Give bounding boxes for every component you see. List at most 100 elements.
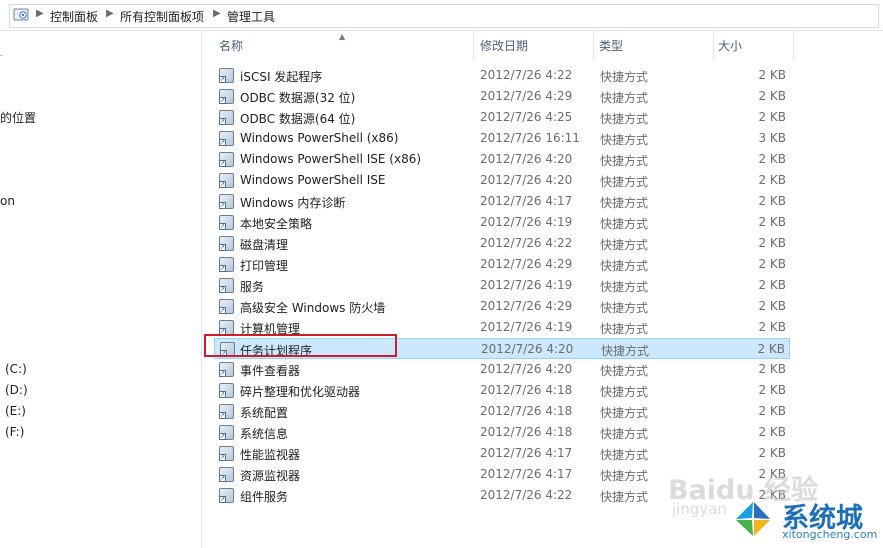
shortcut-arrow-icon: ↗ [220, 350, 227, 357]
file-row[interactable]: ↗ ODBC 数据源(64 位) 2012/7/26 4:25 快捷方式 2 KB [214, 107, 790, 128]
file-name: 事件查看器 [240, 364, 301, 378]
file-row[interactable]: ↗ 碎片整理和优化驱动器 2012/7/26 4:18 快捷方式 2 KB [214, 380, 790, 401]
file-size: 2 KB [758, 152, 786, 166]
shortcut-icon: ↗ [219, 215, 234, 230]
breadcrumb-separator: ▶ [36, 8, 44, 19]
file-type: 快捷方式 [600, 259, 649, 273]
file-row[interactable]: ↗ 服务 2012/7/26 4:19 快捷方式 2 KB [214, 275, 790, 296]
shortcut-icon: ↗ [219, 110, 234, 125]
file-row[interactable]: ↗ 打印管理 2012/7/26 4:29 快捷方式 2 KB [214, 254, 790, 275]
file-row[interactable]: ↗ iSCSI 发起程序 2012/7/26 4:22 快捷方式 2 KB [214, 65, 790, 86]
shortcut-icon: ↗ [219, 236, 234, 251]
file-row[interactable]: ↗ 任务计划程序 2012/7/26 4:20 快捷方式 2 KB [214, 338, 790, 359]
file-type: 快捷方式 [600, 469, 649, 483]
file-type: 快捷方式 [600, 196, 649, 210]
file-size: 2 KB [758, 110, 786, 124]
file-type: 快捷方式 [600, 406, 649, 420]
file-type: 快捷方式 [600, 427, 649, 441]
shortcut-icon: ↗ [219, 68, 234, 83]
shortcut-icon: ↗ [219, 362, 234, 377]
nav-item-locations[interactable]: 的位置 [0, 109, 36, 126]
nav-item-drive-e[interactable]: (E:) [5, 404, 26, 418]
file-type: 快捷方式 [600, 490, 649, 504]
file-date-modified: 2012/7/26 4:19 [480, 278, 573, 292]
column-header-type[interactable]: 类型 [599, 37, 623, 54]
file-row[interactable]: ↗ 性能监视器 2012/7/26 4:17 快捷方式 2 KB [214, 443, 790, 464]
file-name: 系统配置 [240, 406, 289, 420]
breadcrumb-item-admin-tools[interactable]: 管理工具 [227, 8, 275, 25]
column-header-date[interactable]: 修改日期 [480, 37, 528, 54]
shortcut-arrow-icon: ↗ [219, 412, 226, 419]
shortcut-icon: ↗ [219, 89, 234, 104]
file-size: 2 KB [758, 68, 786, 82]
file-row[interactable]: ↗ 计算机管理 2012/7/26 4:19 快捷方式 2 KB [214, 317, 790, 338]
shortcut-icon: ↗ [219, 320, 234, 335]
file-size: 2 KB [758, 320, 786, 334]
file-name: iSCSI 发起程序 [240, 70, 323, 84]
nav-item-drive-d[interactable]: (D:) [5, 383, 28, 397]
shortcut-arrow-icon: ↗ [219, 328, 226, 335]
file-type: 快捷方式 [600, 364, 649, 378]
file-date-modified: 2012/7/26 4:17 [480, 194, 573, 208]
file-type: 快捷方式 [600, 217, 649, 231]
file-size: 2 KB [758, 299, 786, 313]
shortcut-arrow-icon: ↗ [219, 496, 226, 503]
shortcut-arrow-icon: ↗ [219, 391, 226, 398]
file-row[interactable]: ↗ ODBC 数据源(32 位) 2012/7/26 4:29 快捷方式 2 KB [214, 86, 790, 107]
file-row[interactable]: ↗ 磁盘清理 2012/7/26 4:22 快捷方式 2 KB [214, 233, 790, 254]
shortcut-arrow-icon: ↗ [219, 118, 226, 125]
file-row[interactable]: ↗ 本地安全策略 2012/7/26 4:19 快捷方式 2 KB [214, 212, 790, 233]
file-date-modified: 2012/7/26 4:18 [480, 383, 573, 397]
file-date-modified: 2012/7/26 4:29 [480, 299, 573, 313]
shortcut-arrow-icon: ↗ [219, 265, 226, 272]
file-row[interactable]: ↗ 系统配置 2012/7/26 4:18 快捷方式 2 KB [214, 401, 790, 422]
file-size: 3 KB [758, 131, 786, 145]
file-date-modified: 2012/7/26 4:20 [480, 173, 573, 187]
file-type: 快捷方式 [600, 280, 649, 294]
nav-item-drive-f[interactable]: (F:) [5, 425, 24, 439]
file-row[interactable]: ↗ 高级安全 Windows 防火墙 2012/7/26 4:29 快捷方式 2 KB [214, 296, 790, 317]
file-date-modified: 2012/7/26 4:22 [480, 68, 573, 82]
column-separator[interactable] [473, 31, 474, 61]
file-name: 高级安全 Windows 防火墙 [240, 301, 386, 315]
shortcut-arrow-icon: ↗ [219, 286, 226, 293]
file-row[interactable]: ↗ 事件查看器 2012/7/26 4:20 快捷方式 2 KB [214, 359, 790, 380]
file-size: 2 KB [758, 362, 786, 376]
shortcut-icon: ↗ [219, 404, 234, 419]
file-row[interactable]: ↗ Windows PowerShell ISE 2012/7/26 4:20 快捷方… [214, 170, 790, 191]
nav-divider [0, 55, 3, 56]
breadcrumb-separator: ▶ [213, 8, 221, 19]
breadcrumb-item-control-panel[interactable]: 控制面板 [50, 8, 98, 25]
file-name: 服务 [240, 280, 265, 294]
file-date-modified: 2012/7/26 4:17 [480, 467, 573, 481]
column-separator[interactable] [793, 31, 794, 61]
breadcrumb-item-all-items[interactable]: 所有控制面板项 [120, 8, 204, 25]
file-size: 2 KB [758, 194, 786, 208]
column-header-size[interactable]: 大小 [718, 37, 742, 54]
shortcut-icon: ↗ [219, 173, 234, 188]
nav-item-drive-c[interactable]: (C:) [5, 362, 27, 376]
file-row[interactable]: ↗ Windows PowerShell ISE (x86) 2012/7/26 4… [214, 149, 790, 170]
file-date-modified: 2012/7/26 4:29 [480, 89, 573, 103]
file-name: 打印管理 [240, 259, 289, 273]
file-type: 快捷方式 [600, 385, 649, 399]
column-separator[interactable] [593, 31, 594, 61]
file-row[interactable]: ↗ Windows PowerShell (x86) 2012/7/26 16:11… [214, 128, 790, 149]
shortcut-icon: ↗ [219, 299, 234, 314]
shortcut-icon: ↗ [219, 425, 234, 440]
column-header-name[interactable]: 名称 [219, 37, 243, 54]
shortcut-icon: ↗ [219, 278, 234, 293]
file-type: 快捷方式 [600, 70, 649, 84]
nav-item-on[interactable]: on [0, 194, 15, 208]
column-separator[interactable] [713, 31, 714, 61]
breadcrumb[interactable]: ▶ 控制面板 ▶ 所有控制面板项 ▶ 管理工具 [9, 4, 879, 28]
file-name: Windows PowerShell (x86) [240, 131, 399, 145]
shortcut-arrow-icon: ↗ [219, 244, 226, 251]
file-row[interactable]: ↗ 系统信息 2012/7/26 4:18 快捷方式 2 KB [214, 422, 790, 443]
shortcut-icon: ↗ [219, 467, 234, 482]
file-row[interactable]: ↗ Windows 内存诊断 2012/7/26 4:17 快捷方式 2 KB [214, 191, 790, 212]
file-date-modified: 2012/7/26 4:20 [481, 342, 574, 356]
file-date-modified: 2012/7/26 4:25 [480, 110, 573, 124]
shortcut-icon: ↗ [219, 152, 234, 167]
shortcut-icon: ↗ [219, 194, 234, 209]
